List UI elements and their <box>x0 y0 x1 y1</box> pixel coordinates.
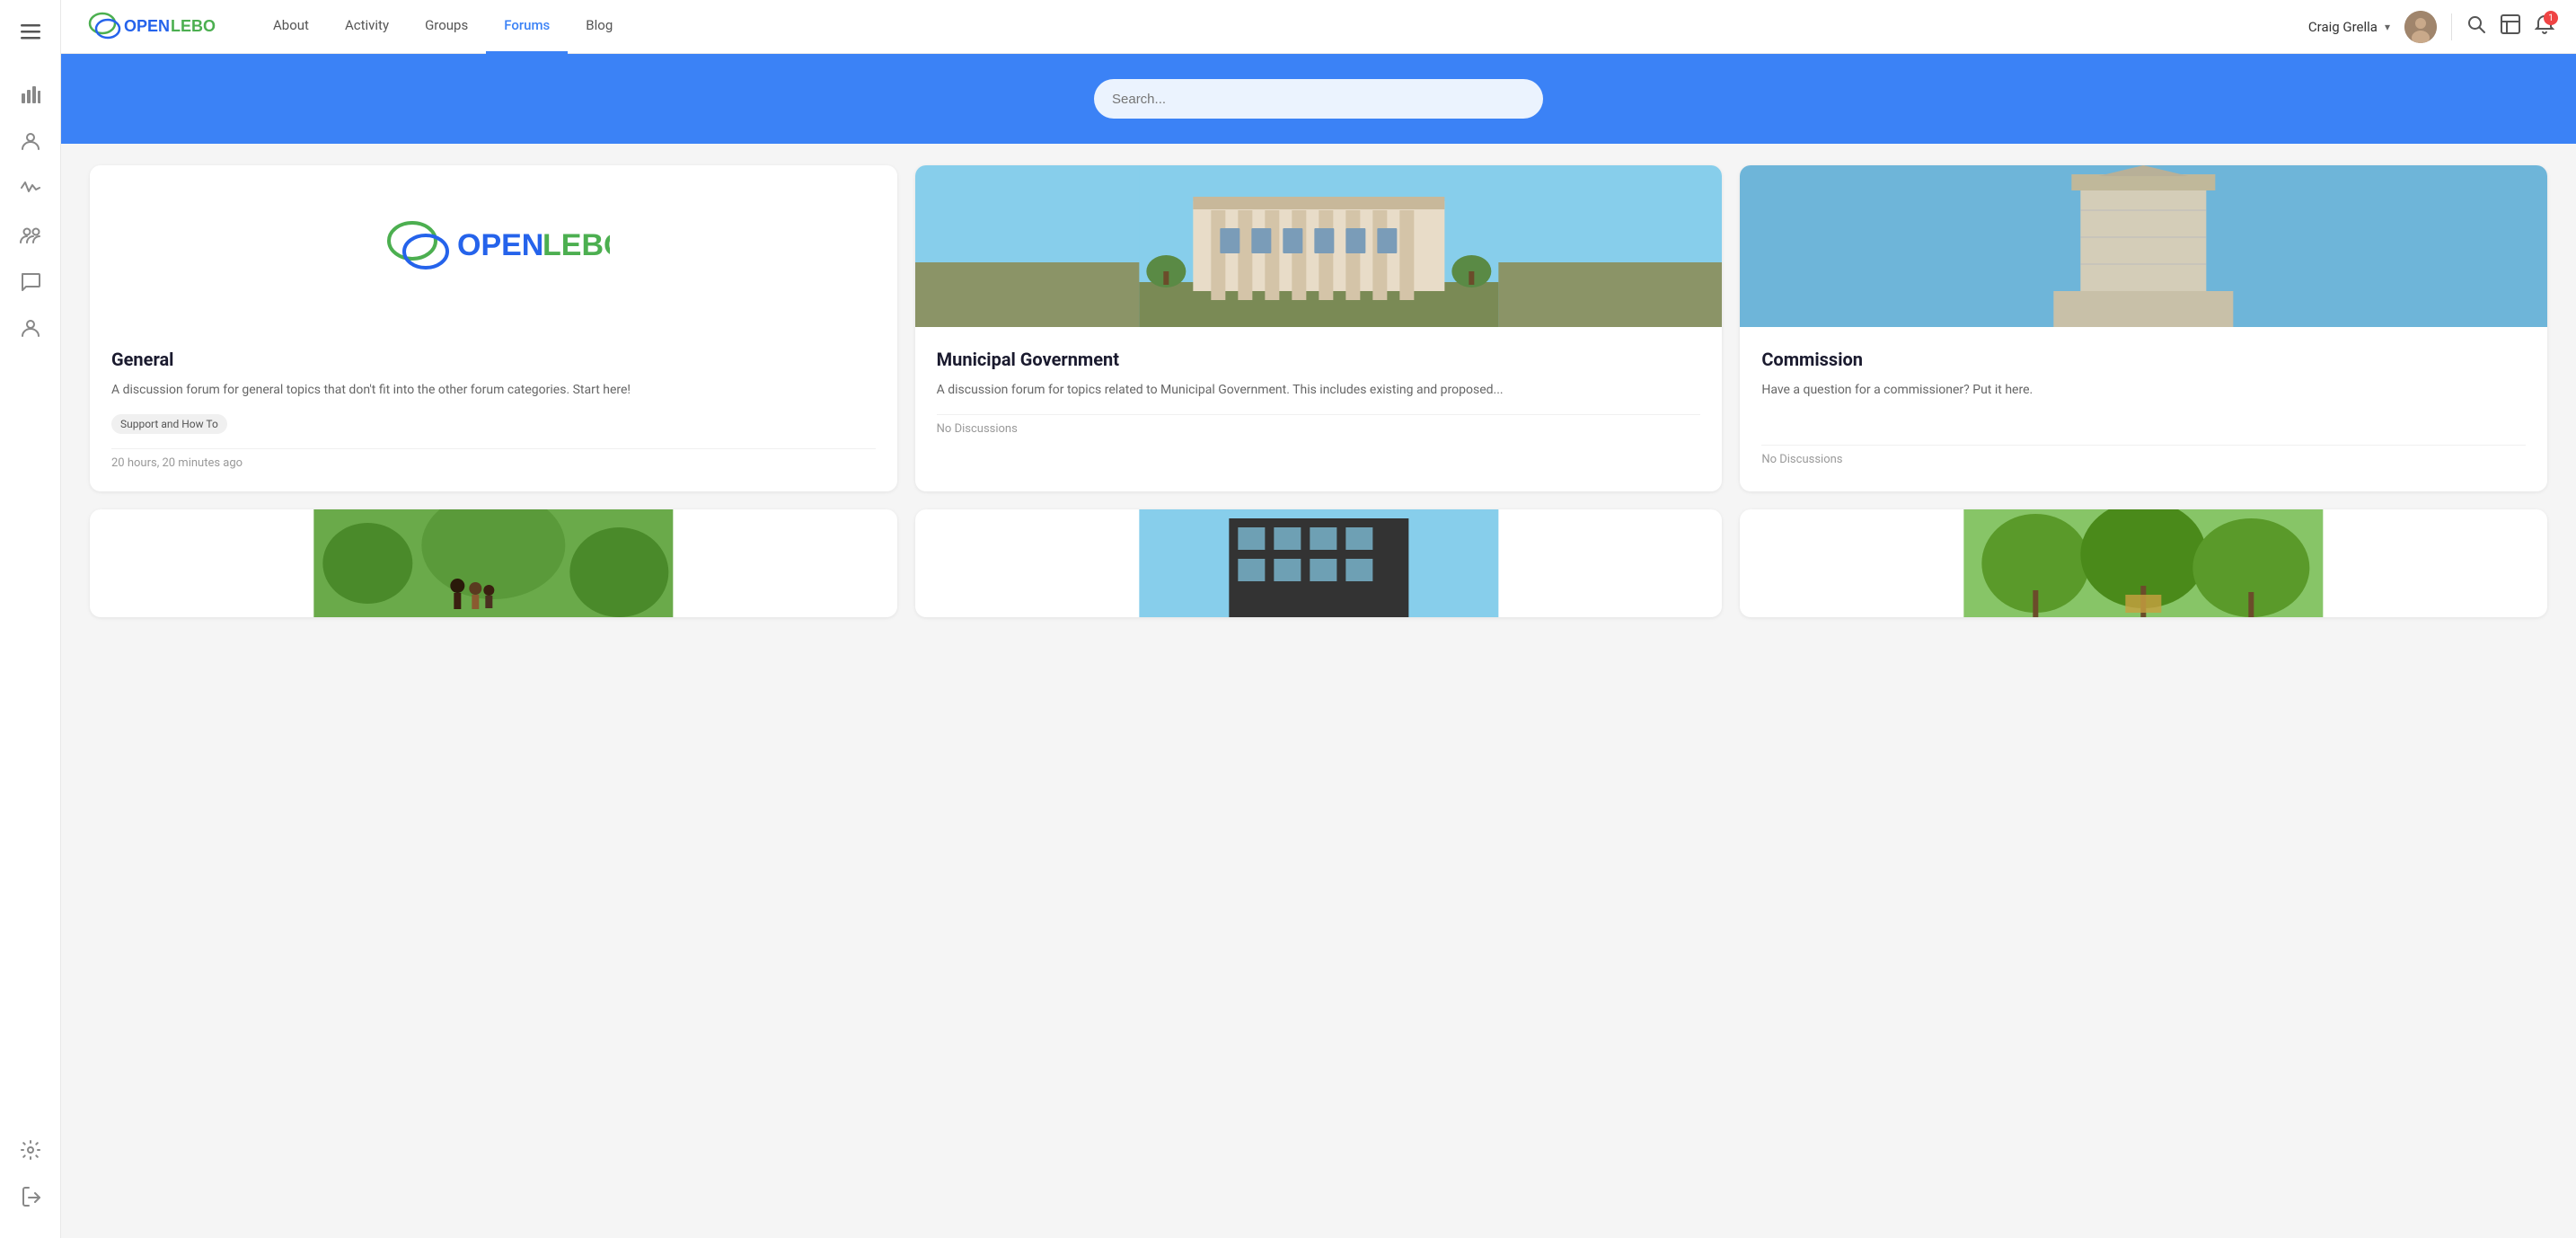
notification-badge: 1 <box>2544 11 2558 25</box>
card-general-footer: 20 hours, 20 minutes ago <box>111 448 876 470</box>
user-name: Craig Grella <box>2308 19 2378 35</box>
notifications-icon[interactable]: 1 <box>2535 14 2554 39</box>
forum-content: OPEN LEBO General A discussion forum for… <box>61 144 2576 1238</box>
card-general-title: General <box>111 349 876 370</box>
svg-text:OPEN: OPEN <box>124 17 170 35</box>
forum-card-modern-building[interactable] <box>915 509 1723 617</box>
sidebar-item-analytics[interactable] <box>11 75 50 114</box>
card-municipal-desc: A discussion forum for topics related to… <box>937 381 1701 400</box>
card-commission-image <box>1740 165 2547 327</box>
nav-links: About Activity Groups Forums Blog <box>255 0 2308 54</box>
card-general-body: General A discussion forum for general t… <box>90 327 897 491</box>
sidebar-item-profile[interactable] <box>11 121 50 161</box>
inbox-icon[interactable] <box>2501 14 2520 39</box>
card-general-tag[interactable]: Support and How To <box>111 414 227 434</box>
sidebar-item-groups[interactable] <box>11 215 50 254</box>
forum-card-park-family[interactable] <box>90 509 897 617</box>
hero-banner <box>61 54 2576 144</box>
nav-blog[interactable]: Blog <box>568 0 631 54</box>
card-commission-desc: Have a question for a commissioner? Put … <box>1761 381 2526 400</box>
logo[interactable]: OPEN LEBO <box>83 7 226 47</box>
card-park-trees-image <box>1740 509 2547 617</box>
nav-divider <box>2451 13 2452 40</box>
forum-card-general[interactable]: OPEN LEBO General A discussion forum for… <box>90 165 897 491</box>
sidebar-item-members[interactable] <box>11 308 50 348</box>
sidebar-item-logout[interactable] <box>11 1177 50 1216</box>
svg-text:LEBO: LEBO <box>171 17 216 35</box>
card-general-timestamp: 20 hours, 20 minutes ago <box>111 456 243 470</box>
svg-text:LEBO: LEBO <box>543 228 610 262</box>
forum-card-park-trees[interactable] <box>1740 509 2547 617</box>
forum-grid: OPEN LEBO General A discussion forum for… <box>90 165 2547 491</box>
card-logo-area: OPEN LEBO <box>90 165 897 327</box>
sidebar-item-activity[interactable] <box>11 168 50 208</box>
sidebar-item-settings[interactable] <box>11 1130 50 1170</box>
card-municipal-nodiscussions: No Discussions <box>937 422 1018 436</box>
sidebar-bottom <box>11 1130 50 1216</box>
card-park-family-image <box>90 509 897 617</box>
forum-card-commission[interactable]: Commission Have a question for a commiss… <box>1740 165 2547 491</box>
card-general-desc: A discussion forum for general topics th… <box>111 381 876 400</box>
card-commission-footer: No Discussions <box>1761 445 2526 466</box>
sidebar-nav <box>11 75 50 1130</box>
search-icon[interactable] <box>2466 14 2486 39</box>
card-commission-nodiscussions: No Discussions <box>1761 453 1842 466</box>
sidebar <box>0 0 61 1238</box>
card-modern-building-image <box>915 509 1723 617</box>
user-menu[interactable]: Craig Grella ▾ <box>2308 19 2390 35</box>
menu-button[interactable] <box>13 14 48 53</box>
card-municipal-title: Municipal Government <box>937 349 1701 370</box>
card-commission-title: Commission <box>1761 349 2526 370</box>
forum-grid-row2 <box>90 509 2547 617</box>
card-commission-body: Commission Have a question for a commiss… <box>1740 327 2547 488</box>
card-municipal-footer: No Discussions <box>937 414 1701 436</box>
card-municipal-body: Municipal Government A discussion forum … <box>915 327 1723 457</box>
nav-about[interactable]: About <box>255 0 327 54</box>
hero-search-input[interactable] <box>1094 79 1543 119</box>
nav-right: Craig Grella ▾ <box>2308 11 2554 43</box>
avatar[interactable] <box>2404 11 2437 43</box>
nav-activity[interactable]: Activity <box>327 0 407 54</box>
forum-card-municipal[interactable]: Municipal Government A discussion forum … <box>915 165 1723 491</box>
dropdown-arrow-icon: ▾ <box>2385 21 2390 33</box>
nav-groups[interactable]: Groups <box>407 0 486 54</box>
main-content: OPEN LEBO About Activity Groups Forums B… <box>61 0 2576 1238</box>
card-municipal-image <box>915 165 1723 327</box>
nav-forums[interactable]: Forums <box>486 0 568 54</box>
svg-text:OPEN: OPEN <box>457 228 543 262</box>
top-navigation: OPEN LEBO About Activity Groups Forums B… <box>61 0 2576 54</box>
sidebar-item-messages[interactable] <box>11 261 50 301</box>
